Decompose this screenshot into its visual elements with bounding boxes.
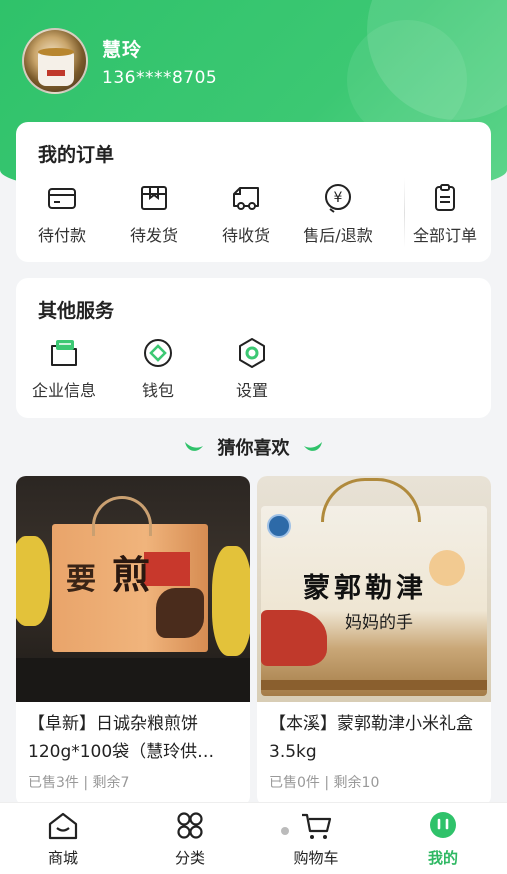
order-pending-payment[interactable]: 待付款: [16, 182, 108, 246]
brand-logo: [267, 514, 291, 538]
service-company-info[interactable]: 企业信息: [18, 336, 110, 401]
box-strip: [261, 680, 487, 690]
orders-card: 我的订单 待付款 待发货 待收货 ¥ 售后/退款 全部订单: [16, 122, 491, 262]
company-icon: [51, 340, 77, 366]
bag-handle: [92, 496, 152, 536]
product-card[interactable]: 要 煎 【阜新】日诚杂粮煎饼120g*100袋（慧玲供… 已售3件 | 剩余7: [16, 476, 250, 806]
order-all[interactable]: 全部订单: [399, 182, 491, 246]
sun-decoration: [429, 550, 465, 586]
leaf-icon: [185, 442, 204, 451]
nav-cart[interactable]: 购物车: [266, 811, 366, 868]
nav-label: 商城: [47, 849, 78, 867]
wallet-icon: [144, 339, 172, 367]
product-card[interactable]: 蒙郭勒津 妈妈的手 【本溪】蒙郭勒津小米礼盒3.5kg 已售0件 | 剩余10: [257, 476, 491, 806]
bottom-nav: 商城 分类 购物车 我的: [0, 802, 507, 874]
home-icon: [48, 812, 78, 840]
product-stats: 已售0件 | 剩余10: [257, 770, 491, 794]
gift-box: 蒙郭勒津 妈妈的手: [261, 478, 487, 696]
nav-label: 购物车: [293, 849, 339, 867]
pack-text: 妈妈的手: [345, 613, 413, 633]
avatar[interactable]: [22, 28, 88, 94]
remaining-count: 剩余10: [333, 775, 380, 791]
order-item-label: 待收货: [221, 226, 270, 245]
remaining-count: 剩余7: [92, 775, 130, 791]
service-settings[interactable]: 设置: [206, 336, 298, 401]
pack-text: 要: [66, 562, 96, 597]
nav-home[interactable]: 商城: [13, 811, 113, 868]
corn-decoration: [16, 536, 50, 626]
service-label: 钱包: [141, 381, 174, 400]
order-item-label: 全部订单: [412, 226, 477, 245]
bag-label: [144, 552, 190, 586]
order-item-label: 待付款: [37, 226, 86, 245]
product-title[interactable]: 【本溪】蒙郭勒津小米礼盒3.5kg: [257, 702, 491, 770]
order-list-icon: [435, 184, 455, 211]
recommend-title: 猜你喜欢: [217, 438, 290, 459]
separator: |: [324, 775, 334, 791]
category-icon: [177, 812, 203, 839]
pack-text: 蒙郭勒津: [303, 573, 427, 604]
settings-icon: [239, 338, 265, 368]
user-phone: 136****8705: [102, 67, 218, 88]
cart-icon: [302, 813, 332, 839]
gift-bag: 要 煎: [52, 496, 208, 652]
orders-title: 我的订单: [38, 144, 115, 166]
order-pending-shipment[interactable]: 待发货: [108, 182, 200, 246]
order-item-label: 待发货: [129, 226, 178, 245]
sold-count: 已售3件: [28, 775, 79, 791]
corn-decoration: [212, 546, 250, 656]
horse-art: [261, 610, 327, 666]
divider: [404, 178, 405, 248]
product-stats: 已售3件 | 剩余7: [16, 770, 250, 794]
nav-label: 我的: [427, 849, 458, 867]
order-pending-receipt[interactable]: 待收货: [200, 182, 292, 246]
sold-count: 已售0件: [269, 775, 320, 791]
user-name: 慧玲: [102, 38, 143, 61]
leaf-icon: [303, 442, 322, 451]
separator: |: [83, 775, 93, 791]
nav-category[interactable]: 分类: [140, 811, 240, 868]
table-surface: [16, 658, 250, 702]
service-label: 设置: [235, 381, 268, 400]
services-title: 其他服务: [38, 300, 115, 322]
nav-label: 分类: [174, 849, 205, 867]
order-after-sales[interactable]: ¥ 售后/退款: [292, 182, 384, 246]
order-item-label: 售后/退款: [303, 226, 373, 245]
card-icon: [48, 188, 76, 209]
svg-text:¥: ¥: [334, 190, 343, 206]
product-title[interactable]: 【阜新】日诚杂粮煎饼120g*100袋（慧玲供…: [16, 702, 250, 770]
refund-icon: ¥: [325, 184, 351, 213]
product-image[interactable]: 蒙郭勒津 妈妈的手: [257, 476, 491, 702]
box-icon: [141, 186, 167, 210]
product-image[interactable]: 要 煎: [16, 476, 250, 702]
truck-icon: [233, 187, 259, 210]
pack-text: 煎: [112, 552, 151, 597]
avatar-tea: [38, 48, 74, 56]
service-label: 企业信息: [31, 381, 96, 400]
nav-profile[interactable]: 我的: [393, 811, 493, 868]
profile-icon: [430, 812, 456, 838]
service-wallet[interactable]: 钱包: [112, 336, 204, 401]
bag-handle: [321, 478, 421, 522]
avatar-cup: [38, 52, 74, 86]
recommend-heading: 猜你喜欢: [0, 434, 507, 460]
pack-art: [156, 588, 204, 638]
services-card: 其他服务 企业信息 钱包 设置: [16, 278, 491, 418]
user-profile[interactable]: 慧玲 136****8705: [22, 28, 217, 94]
